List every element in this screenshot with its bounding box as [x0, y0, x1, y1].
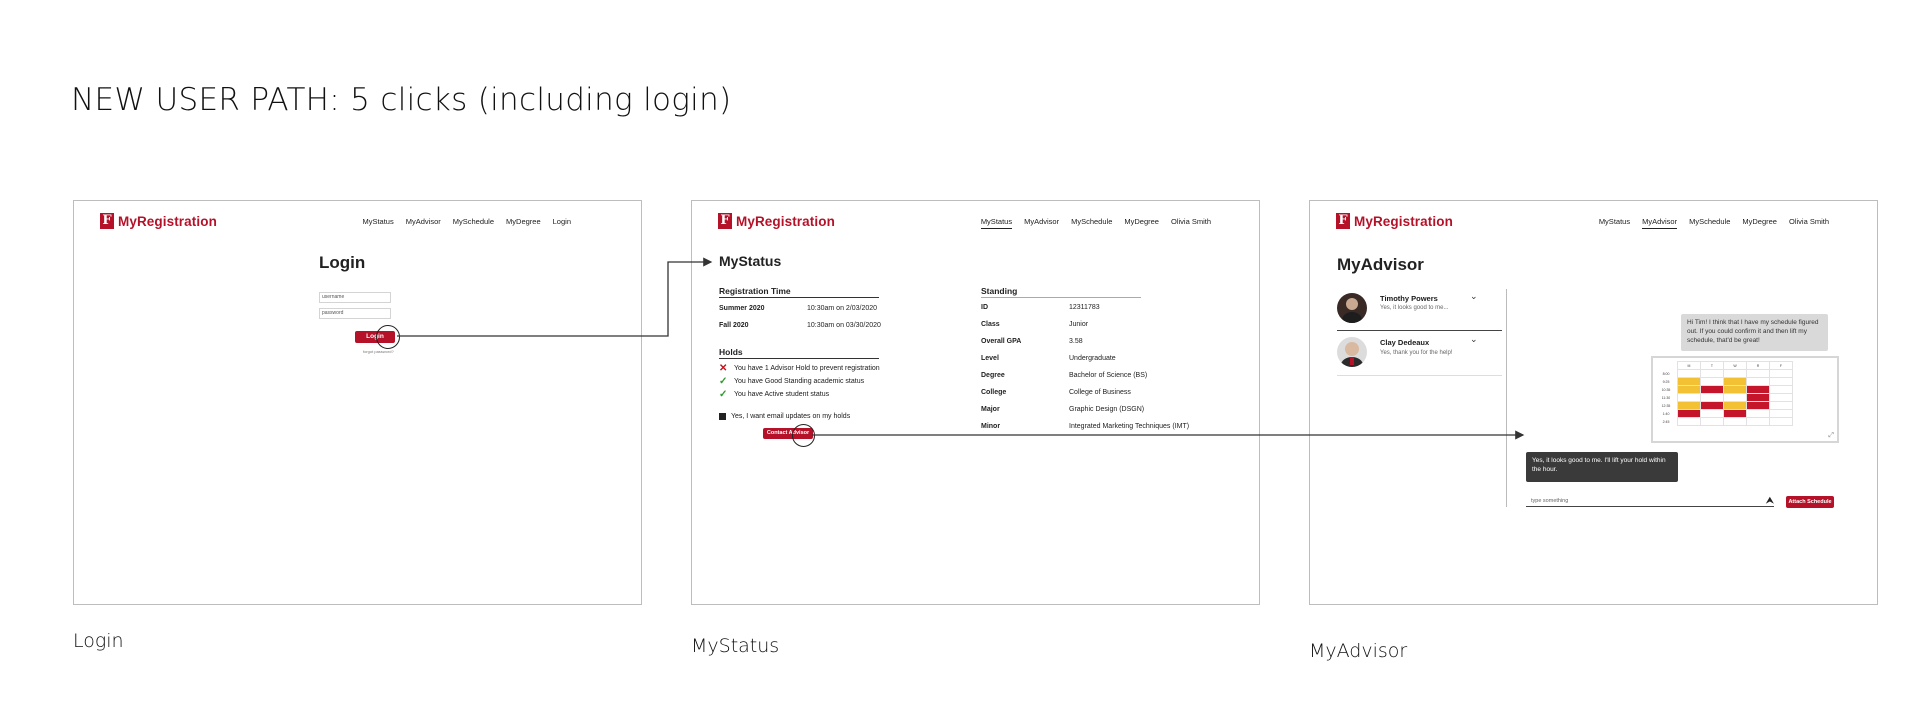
flow-arrows — [397, 257, 1525, 440]
arrow-login-to-mystatus — [397, 257, 713, 337]
